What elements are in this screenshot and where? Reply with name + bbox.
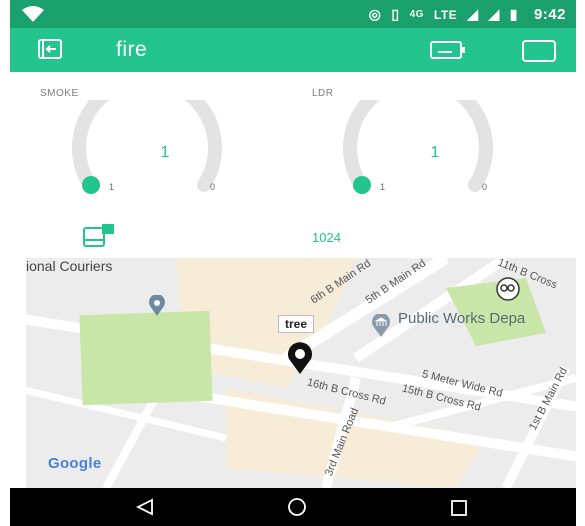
marker-tooltip: tree — [278, 315, 315, 333]
ldr-label: LDR — [312, 88, 334, 99]
hotspot-icon: ◎ — [368, 6, 382, 22]
smoke-max: 0 — [210, 182, 216, 192]
smoke-label: SMOKE — [40, 88, 79, 99]
google-attribution: Google — [48, 455, 102, 472]
signal-icon: ◢ — [467, 6, 479, 22]
ldr-min: 1 — [380, 182, 386, 192]
place-label: Public Works Depa — [398, 310, 526, 327]
map-view[interactable]: ional Couriers 6th B Main Rd 5th B Main … — [26, 258, 576, 488]
map-marker-icon[interactable] — [285, 341, 315, 375]
device-icon[interactable] — [430, 40, 466, 60]
wifi-icon — [22, 6, 44, 22]
signal-icon-2: ◢ — [488, 6, 500, 22]
exit-icon[interactable] — [38, 38, 64, 60]
network-type: 4G — [409, 9, 424, 20]
map-label-couriers: ional Couriers — [26, 258, 113, 274]
status-icons: ◎ ▯ 4G LTE ◢ ◢ ▮ 9:42 — [369, 6, 566, 23]
binoculars-icon[interactable] — [494, 276, 522, 302]
navigation-bar — [10, 488, 576, 526]
battery-icon: ▮ — [509, 6, 518, 22]
recents-square-icon[interactable] — [450, 499, 468, 517]
square-icon[interactable] — [522, 40, 556, 62]
ldr-gauge — [343, 100, 493, 194]
project-title: fire — [116, 38, 148, 61]
clock: 9:42 — [533, 6, 566, 23]
status-bar: ◎ ▯ 4G LTE ◢ ◢ ▮ 9:42 — [10, 0, 576, 28]
vibrate-icon: ▯ — [391, 6, 400, 22]
location-pin-icon[interactable] — [148, 295, 166, 317]
government-building-icon[interactable] — [371, 314, 391, 338]
smoke-value: 1 — [160, 144, 170, 161]
lte-indicator: LTE — [433, 7, 458, 22]
smoke-min: 1 — [109, 182, 115, 192]
app-root: ◎ ▯ 4G LTE ◢ ◢ ▮ 9:42 fire SMOKE 1 1 0 L… — [10, 0, 576, 526]
device-status-icon[interactable] — [82, 222, 116, 248]
back-triangle-icon[interactable] — [136, 498, 154, 516]
ldr-max: 0 — [482, 182, 488, 192]
ldr-value: 1 — [430, 144, 440, 161]
value-display: 1024 — [312, 230, 341, 245]
smoke-gauge — [72, 100, 222, 194]
app-bar: fire — [10, 28, 576, 72]
home-circle-icon[interactable] — [287, 497, 307, 517]
